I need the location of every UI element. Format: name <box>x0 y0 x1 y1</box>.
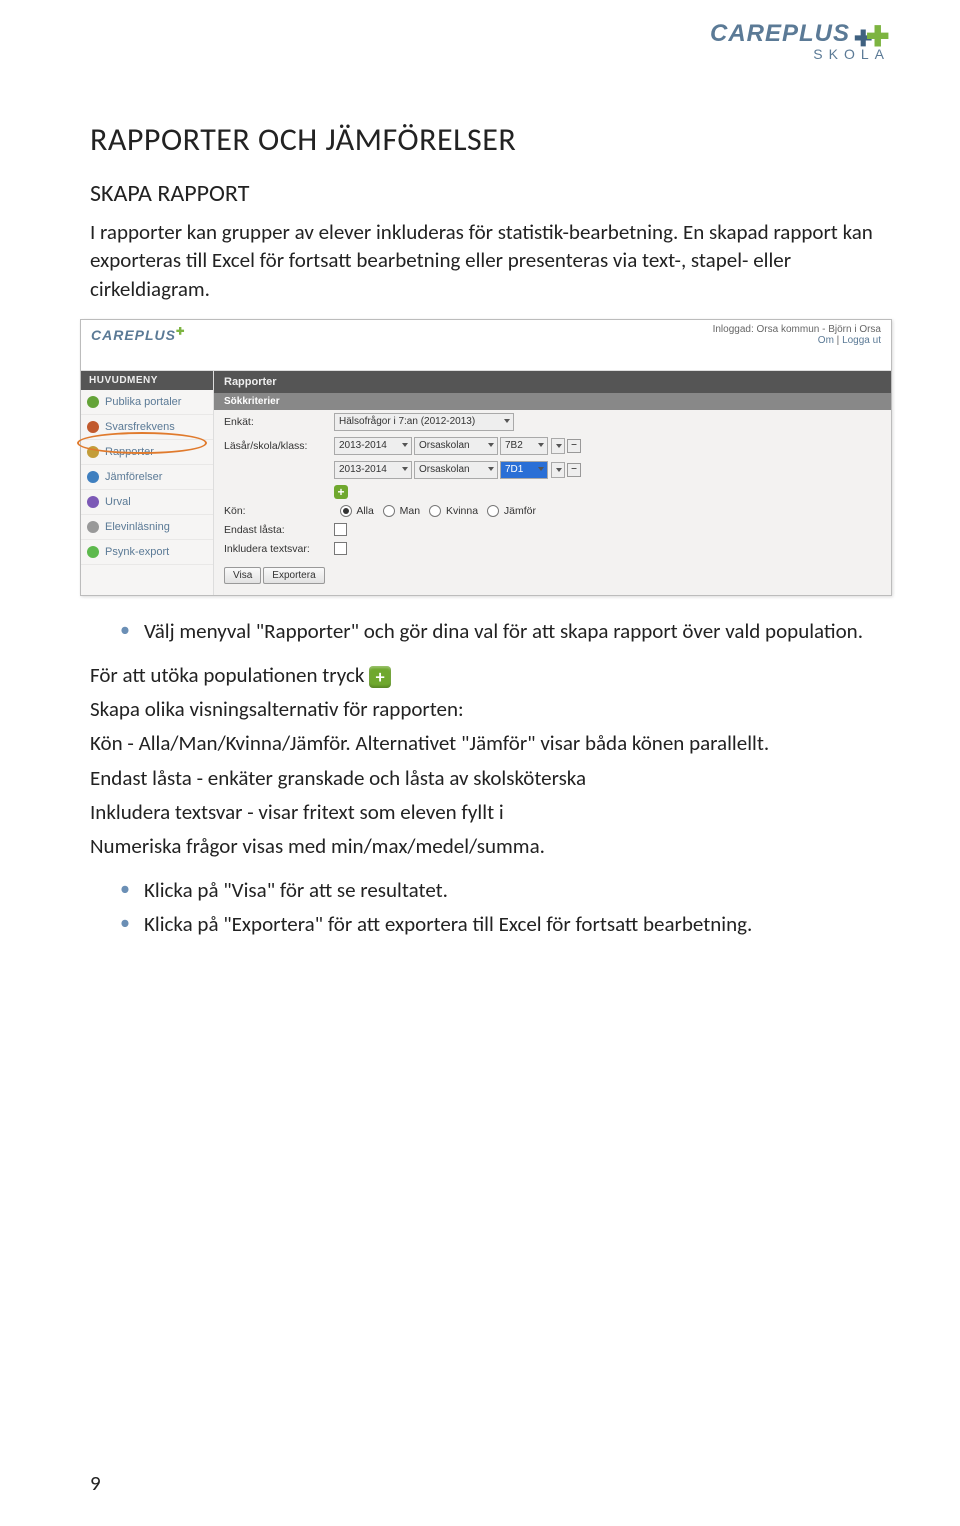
menu-icon <box>87 521 99 533</box>
sidebar-heading: HUVUDMENY <box>81 371 213 390</box>
logged-in-text: Inloggad: Orsa kommun - Björn i Orsa <box>713 324 881 335</box>
app-logo: CAREPLUS✚ <box>91 327 185 343</box>
endast-lasta-checkbox[interactable] <box>334 523 347 536</box>
lasar-label: Läsår/skola/klass: <box>224 440 334 452</box>
panel-title: Rapporter <box>214 371 891 393</box>
school-select[interactable]: Orsaskolan <box>414 437 498 455</box>
remove-row-button[interactable]: – <box>567 463 581 477</box>
bullet-rapporter: Välj menyval "Rapporter" och gör dina va… <box>120 616 890 646</box>
sidebar-item-elevinläsning[interactable]: Elevinläsning <box>81 515 213 540</box>
kon-option-label: Alla <box>354 505 377 517</box>
bullet-export: Klicka på "Exportera" för att exportera … <box>120 909 890 939</box>
panel-subtitle: Sökkriterier <box>214 393 891 410</box>
kon-row: Kön: Alla Man Kvinna Jämför <box>214 502 891 520</box>
sidebar-item-psynk-export[interactable]: Psynk-export <box>81 540 213 565</box>
line-kon: Kön - Alla/Man/Kvinna/Jämför. Alternativ… <box>90 729 890 757</box>
inkludera-textsvar-label: Inkludera textsvar: <box>224 543 334 555</box>
menu-icon <box>87 446 99 458</box>
kon-option-label: Jämför <box>501 505 536 517</box>
class-select[interactable]: 7B2 <box>500 437 548 455</box>
lasar-row: Läsår/skola/klass:2013-2014Orsaskolan7B2… <box>214 434 891 458</box>
plus-icon-inline: + <box>369 666 391 688</box>
remove-row-button[interactable]: – <box>567 439 581 453</box>
school-select[interactable]: Orsaskolan <box>414 461 498 479</box>
line-popu: För att utöka populationen tryck + <box>90 661 890 689</box>
kon-radio-man[interactable] <box>383 505 395 517</box>
kon-option-label: Kvinna <box>443 505 481 517</box>
about-link[interactable]: Om <box>818 335 834 346</box>
kon-radio-jämför[interactable] <box>487 505 499 517</box>
app-screenshot: CAREPLUS✚ Inloggad: Orsa kommun - Björn … <box>80 319 892 596</box>
intro-paragraph: I rapporter kan grupper av elever inklud… <box>90 218 890 303</box>
page-number: 9 <box>90 1470 101 1496</box>
class-select[interactable]: 7D1 <box>500 461 548 479</box>
line-skapa: Skapa olika visningsalternativ för rappo… <box>90 695 890 723</box>
sidebar: HUVUDMENY Publika portalerSvarsfrekvensR… <box>81 371 214 595</box>
kon-label: Kön: <box>224 505 334 517</box>
main-panel: Rapporter Sökkriterier Enkät: Hälsofrågo… <box>214 371 891 595</box>
enkat-select[interactable]: Hälsofrågor i 7:an (2012-2013) <box>334 413 514 431</box>
kon-option-label: Man <box>397 505 423 517</box>
visa-button[interactable]: Visa <box>224 567 261 584</box>
line-inkludera: Inkludera textsvar - visar fritext som e… <box>90 798 890 826</box>
menu-icon <box>87 421 99 433</box>
dropdown-icon[interactable] <box>551 462 565 478</box>
endast-lasta-label: Endast låsta: <box>224 524 334 536</box>
kon-radio-alla[interactable] <box>340 505 352 517</box>
sidebar-item-svarsfrekvens[interactable]: Svarsfrekvens <box>81 415 213 440</box>
bullet-visa: Klicka på "Visa" för att se resultatet. <box>120 875 890 905</box>
menu-icon <box>87 496 99 508</box>
enkat-label: Enkät: <box>224 416 334 428</box>
year-select[interactable]: 2013-2014 <box>334 437 412 455</box>
kon-radio-kvinna[interactable] <box>429 505 441 517</box>
year-select[interactable]: 2013-2014 <box>334 461 412 479</box>
sidebar-item-publika-portaler[interactable]: Publika portaler <box>81 390 213 415</box>
menu-icon <box>87 546 99 558</box>
page-title: RAPPORTER OCH JÄMFÖRELSER <box>90 120 890 159</box>
sidebar-item-jämförelser[interactable]: Jämförelser <box>81 465 213 490</box>
line-endast: Endast låsta - enkäter granskade och lås… <box>90 764 890 792</box>
exportera-button[interactable]: Exportera <box>263 567 324 584</box>
sidebar-item-rapporter[interactable]: Rapporter <box>81 440 213 465</box>
plus-icon: ✚✚ <box>854 20 890 48</box>
logout-link[interactable]: Logga ut <box>842 335 881 346</box>
brand-logo: CAREPLUS ✚✚ SKOLA <box>710 20 890 62</box>
dropdown-icon[interactable] <box>551 438 565 454</box>
section-subtitle: SKAPA RAPPORT <box>90 179 890 208</box>
add-row-button[interactable]: + <box>334 485 348 499</box>
lasar-row: 2013-2014Orsaskolan7D1 – <box>214 458 891 482</box>
brand-name: CAREPLUS <box>710 20 850 48</box>
inkludera-textsvar-checkbox[interactable] <box>334 542 347 555</box>
menu-icon <box>87 396 99 408</box>
menu-icon <box>87 471 99 483</box>
line-numeriska: Numeriska frågor visas med min/max/medel… <box>90 832 890 860</box>
sidebar-item-urval[interactable]: Urval <box>81 490 213 515</box>
app-header: CAREPLUS✚ Inloggad: Orsa kommun - Björn … <box>81 320 891 371</box>
